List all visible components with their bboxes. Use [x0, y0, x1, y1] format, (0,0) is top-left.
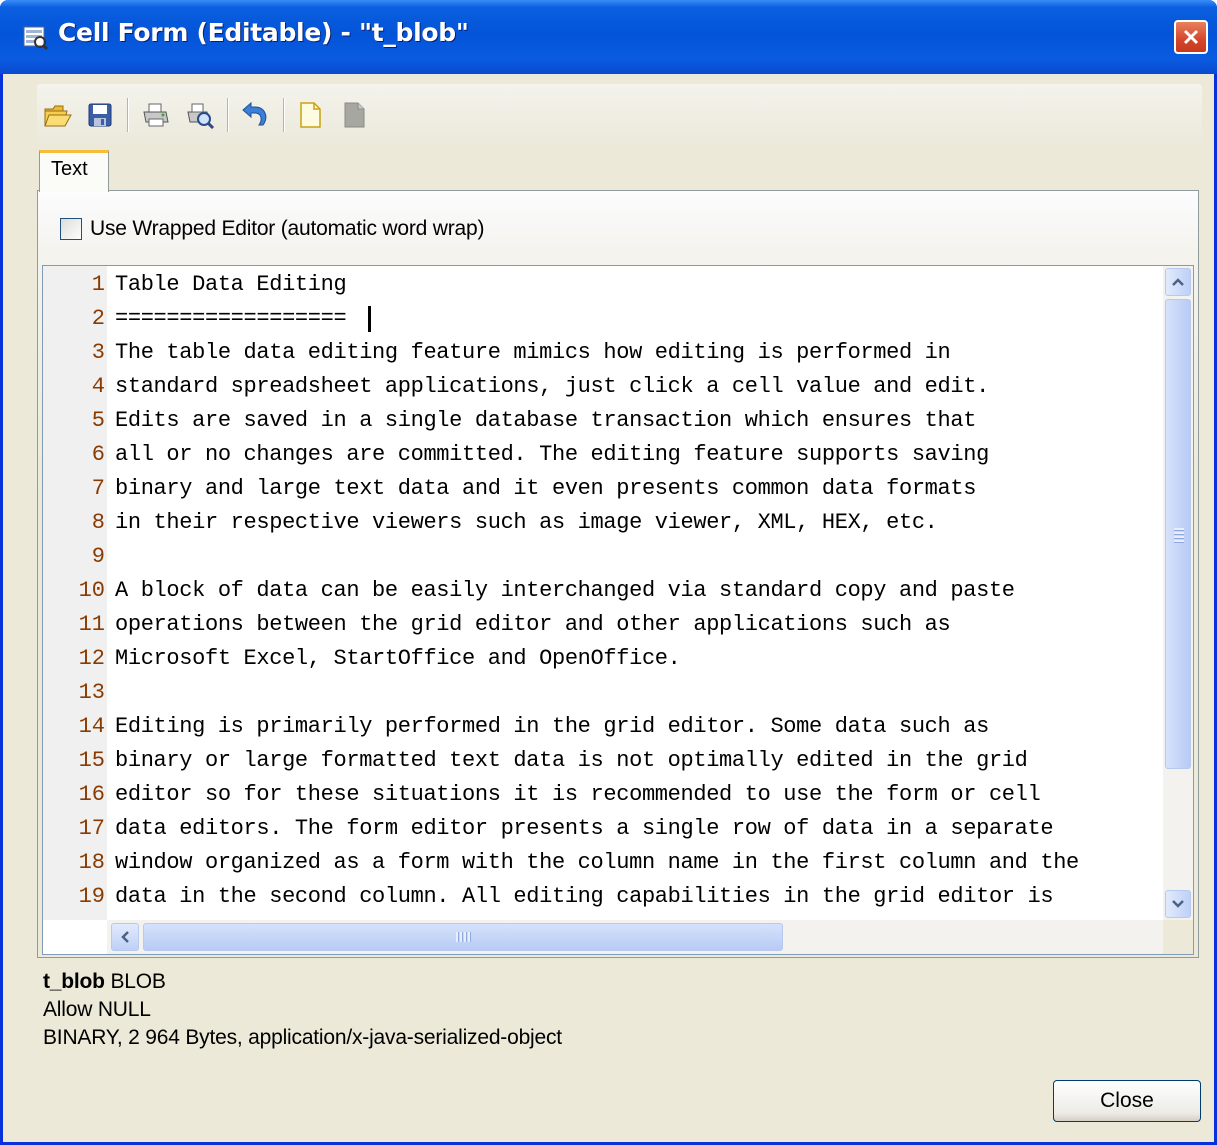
scroll-up-button[interactable]: [1165, 268, 1191, 296]
editor-line[interactable]: 4 standard spreadsheet applications, just…: [43, 370, 1163, 404]
line-text: in their respective viewers such as imag…: [115, 510, 938, 535]
tab-panel-text: Use Wrapped Editor (automatic word wrap)…: [37, 190, 1199, 958]
print-icon[interactable]: [139, 98, 173, 132]
line-number: 14: [78, 714, 105, 739]
line-number: 6: [91, 442, 105, 467]
undo-icon[interactable]: [239, 98, 273, 132]
editor-line[interactable]: 7 binary and large text data and it even …: [43, 472, 1163, 506]
wrap-option-row[interactable]: Use Wrapped Editor (automatic word wrap): [60, 217, 484, 241]
toolbar-separator: [127, 98, 129, 132]
clear-document-icon[interactable]: [337, 98, 371, 132]
line-number: 2: [91, 306, 105, 331]
line-number: 7: [91, 476, 105, 501]
line-text: A block of data can be easily interchang…: [115, 578, 1015, 603]
line-text: binary or large formatted text data is n…: [115, 748, 1028, 773]
close-button[interactable]: Close: [1053, 1080, 1201, 1122]
editor-line[interactable]: 13: [43, 676, 1163, 710]
vertical-scrollbar[interactable]: [1163, 266, 1193, 920]
editor-line[interactable]: 2 ==================: [43, 302, 1163, 336]
grip-icon: [1174, 528, 1184, 544]
line-text: Edits are saved in a single database tra…: [115, 408, 977, 433]
save-icon[interactable]: [83, 98, 117, 132]
editor-line[interactable]: 12 Microsoft Excel, StartOffice and OpenO…: [43, 642, 1163, 676]
line-text: Table Data Editing: [115, 272, 347, 297]
editor-line[interactable]: 9: [43, 540, 1163, 574]
editor-line[interactable]: 1 Table Data Editing: [43, 268, 1163, 302]
editor-line[interactable]: 6 all or no changes are committed. The ed…: [43, 438, 1163, 472]
line-text: Microsoft Excel, StartOffice and OpenOff…: [115, 646, 681, 671]
line-text: operations between the grid editor and o…: [115, 612, 951, 637]
vertical-scroll-thumb[interactable]: [1165, 299, 1191, 769]
scrollbar-corner: [1163, 920, 1193, 954]
form-icon: [22, 24, 49, 51]
toolbar-separator: [227, 98, 229, 132]
editor-line[interactable]: 14 Editing is primarily performed in the …: [43, 710, 1163, 744]
line-number: 4: [91, 374, 105, 399]
editor-line[interactable]: 5 Edits are saved in a single database tr…: [43, 404, 1163, 438]
text-caret: [368, 306, 371, 332]
window-title: Cell Form (Editable) - "t_blob": [58, 18, 469, 47]
line-number: 3: [91, 340, 105, 365]
line-number: 19: [78, 884, 105, 909]
line-number: 5: [91, 408, 105, 433]
editor-line[interactable]: 16 editor so for these situations it is r…: [43, 778, 1163, 812]
column-name-row: t_blob BLOB: [43, 968, 562, 996]
line-number: 13: [78, 680, 105, 705]
line-number: 8: [91, 510, 105, 535]
editor-line[interactable]: 18 window organized as a form with the co…: [43, 846, 1163, 880]
line-text: editor so for these situations it is rec…: [115, 782, 1041, 807]
line-text: all or no changes are committed. The edi…: [115, 442, 989, 467]
editor-line[interactable]: 10 A block of data can be easily intercha…: [43, 574, 1163, 608]
line-text: data editors. The form editor presents a…: [115, 816, 1054, 841]
wrapped-editor-label: Use Wrapped Editor (automatic word wrap): [90, 217, 485, 240]
editor-line[interactable]: 17 data editors. The form editor presents…: [43, 812, 1163, 846]
toolbar: [37, 84, 1202, 146]
scroll-down-button[interactable]: [1165, 890, 1191, 918]
line-number: 11: [78, 612, 105, 637]
line-number: 17: [78, 816, 105, 841]
column-type: BLOB: [110, 970, 166, 993]
tab-text[interactable]: Text: [39, 150, 109, 192]
scroll-left-button[interactable]: [111, 923, 139, 951]
editor-line[interactable]: 8 in their respective viewers such as ima…: [43, 506, 1163, 540]
line-number: 15: [78, 748, 105, 773]
horizontal-scrollbar[interactable]: [107, 920, 1193, 954]
line-text: The table data editing feature mimics ho…: [115, 340, 951, 365]
open-folder-icon[interactable]: [41, 98, 75, 132]
line-text: window organized as a form with the colu…: [115, 850, 1079, 875]
print-preview-icon[interactable]: [183, 98, 217, 132]
column-details: BINARY, 2 964 Bytes, application/x-java-…: [43, 1026, 562, 1049]
line-number: 10: [78, 578, 105, 603]
horizontal-scroll-thumb[interactable]: [143, 923, 783, 951]
cell-form-window: Cell Form (Editable) - "t_blob" Text Use…: [0, 0, 1217, 1145]
line-text: ==================: [115, 306, 347, 331]
wrapped-editor-checkbox[interactable]: [60, 218, 82, 240]
toolbar-separator: [283, 98, 285, 132]
text-editor[interactable]: 1 Table Data Editing 2 ================== 3 T…: [42, 265, 1194, 955]
line-text: binary and large text data and it even p…: [115, 476, 977, 501]
column-info: t_blob BLOB Allow NULL BINARY, 2 964 Byt…: [43, 968, 562, 1052]
line-number: 9: [91, 544, 105, 569]
editor-line[interactable]: 3 The table data editing feature mimics h…: [43, 336, 1163, 370]
line-text: data in the second column. All editing c…: [115, 884, 1054, 909]
close-icon[interactable]: [1174, 20, 1208, 54]
editor-line[interactable]: 11 operations between the grid editor and…: [43, 608, 1163, 642]
title-bar[interactable]: Cell Form (Editable) - "t_blob": [0, 0, 1217, 74]
column-name: t_blob: [43, 970, 105, 993]
line-number: 16: [78, 782, 105, 807]
line-number: 1: [91, 272, 105, 297]
editor-line[interactable]: 19 data in the second column. All editing…: [43, 880, 1163, 914]
line-number: 18: [78, 850, 105, 875]
editor-line[interactable]: 15 binary or large formatted text data is…: [43, 744, 1163, 778]
line-text: standard spreadsheet applications, just …: [115, 374, 989, 399]
line-text: Editing is primarily performed in the gr…: [115, 714, 989, 739]
new-document-icon[interactable]: [293, 98, 327, 132]
column-nullability: Allow NULL: [43, 998, 151, 1021]
grip-icon: [456, 932, 471, 942]
line-number: 12: [78, 646, 105, 671]
